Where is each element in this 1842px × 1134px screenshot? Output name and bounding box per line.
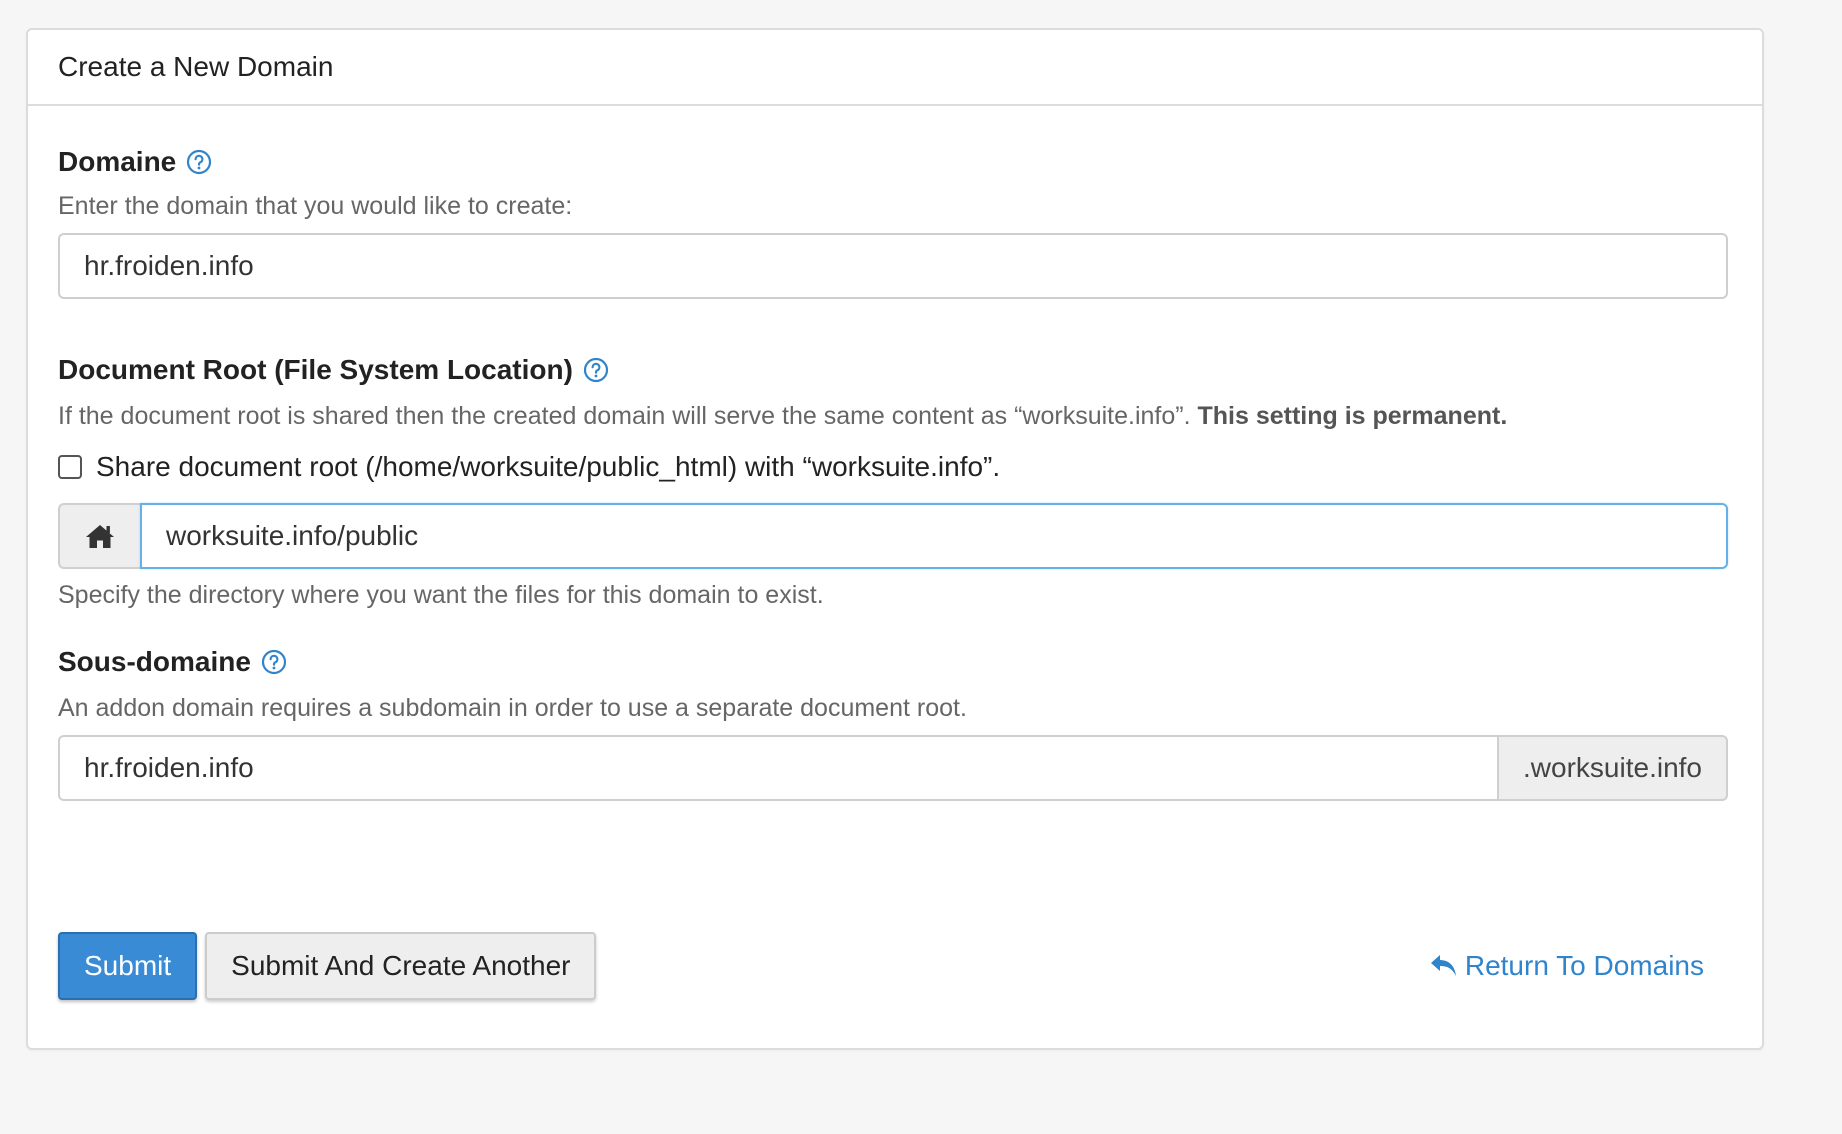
document-root-label-row: Document Root (File System Location) <box>58 354 1728 386</box>
domain-label-row: Domaine <box>58 146 1728 178</box>
return-to-domains-label[interactable]: Return To Domains <box>1465 950 1704 982</box>
subdomain-suffix: .worksuite.info <box>1497 735 1728 801</box>
return-to-domains-link[interactable]: Return To Domains <box>1429 950 1704 982</box>
subdomain-label-row: Sous-domaine <box>58 646 1728 678</box>
subdomain-input-group: hr.froiden.info .worksuite.info <box>58 735 1728 801</box>
document-root-section: Document Root (File System Location) If … <box>58 354 1728 610</box>
subdomain-label: Sous-domaine <box>58 646 251 677</box>
document-root-input[interactable]: worksuite.info/public <box>140 503 1728 569</box>
domain-input[interactable]: hr.froiden.info <box>58 233 1728 299</box>
share-root-checkbox[interactable] <box>58 455 82 479</box>
form-actions: Submit Submit And Create Another Return … <box>58 932 1728 1000</box>
share-root-row: Share document root (/home/worksuite/pub… <box>58 451 1728 483</box>
panel-heading: Create a New Domain <box>28 30 1762 106</box>
reply-arrow-icon <box>1430 955 1456 976</box>
subdomain-input[interactable]: hr.froiden.info <box>58 735 1498 801</box>
subdomain-section: Sous-domaine An addon domain requires a … <box>58 646 1728 801</box>
document-root-label: Document Root (File System Location) <box>58 354 573 385</box>
question-circle-icon[interactable] <box>261 649 287 675</box>
domain-section: Domaine Enter the domain that you would … <box>58 146 1728 299</box>
document-root-help-prefix: If the document root is shared then the … <box>58 402 1191 430</box>
subdomain-help-text: An addon domain requires a subdomain in … <box>58 694 967 722</box>
create-domain-panel: Create a New Domain Domaine Enter the do… <box>26 28 1764 1050</box>
document-root-below-help: Specify the directory where you want the… <box>58 581 824 609</box>
document-root-permanent-note: This setting is permanent. <box>1197 402 1508 430</box>
question-circle-icon[interactable] <box>186 149 212 175</box>
panel-title: Create a New Domain <box>58 51 334 82</box>
submit-button[interactable]: Submit <box>58 932 198 1000</box>
home-addon <box>58 503 140 569</box>
question-circle-icon[interactable] <box>583 357 609 383</box>
domain-label: Domaine <box>58 146 177 177</box>
document-root-help-text: If the document root is shared then the … <box>58 402 1728 431</box>
domain-help-text: Enter the domain that you would like to … <box>58 192 573 220</box>
submit-and-create-another-button[interactable]: Submit And Create Another <box>205 932 597 1000</box>
document-root-input-group: worksuite.info/public <box>58 503 1728 569</box>
share-root-label[interactable]: Share document root (/home/worksuite/pub… <box>96 451 1000 483</box>
home-icon <box>86 525 114 548</box>
